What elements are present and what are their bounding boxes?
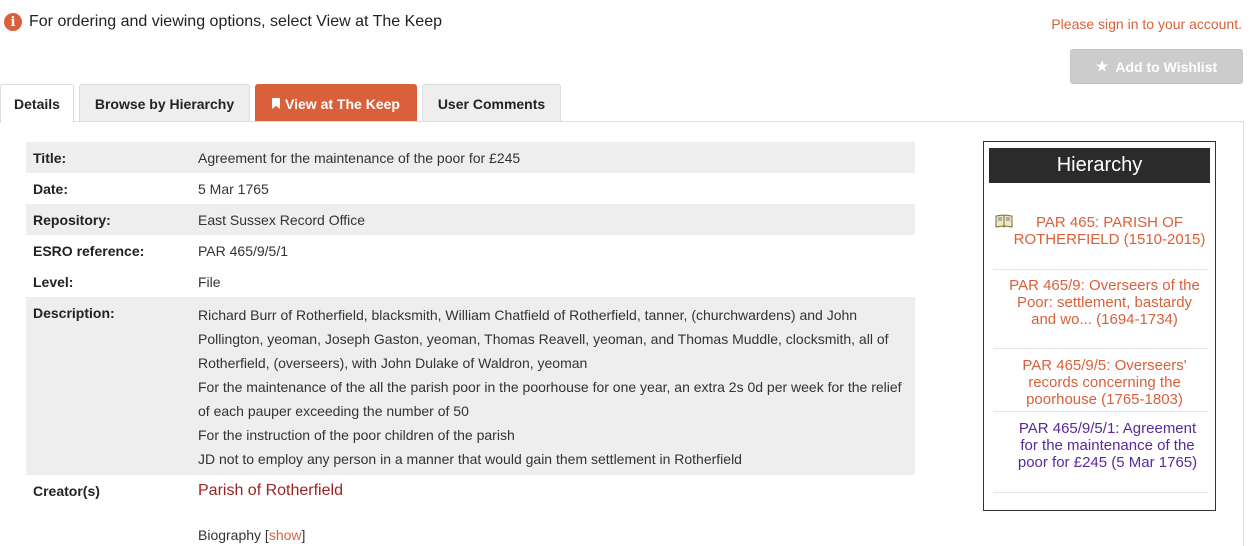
tab-browse-label: Browse by Hierarchy — [94, 95, 235, 112]
wishlist-label: Add to Wishlist — [1115, 58, 1218, 75]
add-to-wishlist-button[interactable]: ★ Add to Wishlist — [1070, 49, 1243, 84]
description-value: Richard Burr of Rotherfield, blacksmith,… — [198, 297, 915, 475]
date-label: Date: — [33, 181, 69, 197]
creator-link[interactable]: Parish of Rotherfield — [198, 482, 343, 499]
tab-details[interactable]: Details — [0, 84, 74, 123]
hierarchy-panel: Hierarchy PAR 465: PARISH OF ROTHERFIELD… — [983, 141, 1216, 511]
description-line: JD not to employ any person in a manner … — [198, 451, 742, 467]
date-value: 5 Mar 1765 — [198, 181, 269, 197]
level-row: Level: File — [26, 266, 915, 297]
tab-comments-label: User Comments — [437, 95, 546, 112]
tab-view-at-the-keep[interactable]: View at The Keep — [255, 84, 417, 122]
tab-details-label: Details — [14, 96, 60, 112]
ordering-info-notice: i For ordering and viewing options, sele… — [4, 13, 442, 31]
hierarchy-item-current: PAR 465/9/5/1: Agreement for the mainten… — [993, 420, 1208, 493]
repository-label: Repository: — [33, 212, 111, 228]
description-line: For the maintenance of the all the paris… — [198, 379, 902, 419]
creators-value: Parish of Rotherfield — [198, 475, 915, 506]
creators-label: Creator(s) — [33, 483, 100, 499]
description-line: For the instruction of the poor children… — [198, 427, 515, 443]
bookmark-icon — [272, 98, 281, 109]
biography-toggle: Biography [show] — [198, 527, 306, 543]
description-label: Description: — [33, 305, 115, 321]
level-value: File — [198, 274, 221, 290]
title-label: Title: — [33, 150, 67, 166]
tab-user-comments[interactable]: User Comments — [422, 84, 561, 122]
tab-browse-by-hierarchy[interactable]: Browse by Hierarchy — [79, 84, 250, 122]
star-icon: ★ — [1095, 58, 1109, 74]
date-row: Date: 5 Mar 1765 — [26, 173, 915, 204]
hierarchy-item[interactable]: PAR 465/9: Overseers of the Poor: settle… — [993, 277, 1208, 349]
ordering-info-text: For ordering and viewing options, select… — [29, 13, 442, 30]
record-details-table: Title: Agreement for the maintenance of … — [26, 142, 915, 506]
panel-border — [1243, 121, 1244, 546]
repository-value: East Sussex Record Office — [198, 212, 366, 228]
creators-row: Creator(s) Parish of Rotherfield — [26, 475, 915, 506]
description-row: Description: Richard Burr of Rotherfield… — [26, 297, 915, 475]
repository-row: Repository: East Sussex Record Office — [26, 204, 915, 235]
hierarchy-item[interactable]: PAR 465/9/5: Overseers' records concerni… — [993, 357, 1208, 412]
tab-divider — [74, 121, 1244, 122]
hierarchy-heading: Hierarchy — [989, 148, 1210, 183]
reference-value: PAR 465/9/5/1 — [198, 243, 289, 259]
biography-label: Biography — [198, 527, 262, 543]
title-row: Title: Agreement for the maintenance of … — [26, 142, 915, 173]
level-label: Level: — [33, 274, 74, 290]
hierarchy-item[interactable]: PAR 465: PARISH OF ROTHERFIELD (1510-201… — [993, 214, 1208, 270]
tab-keep-label: View at The Keep — [285, 95, 400, 112]
sign-in-link[interactable]: Please sign in to your account. — [1051, 16, 1242, 32]
info-icon: i — [4, 13, 22, 31]
description-line: Richard Burr of Rotherfield, blacksmith,… — [198, 307, 889, 371]
reference-row: ESRO reference: PAR 465/9/5/1 — [26, 235, 915, 266]
reference-label: ESRO reference: — [33, 243, 145, 259]
title-value: Agreement for the maintenance of the poo… — [198, 150, 521, 166]
biography-show-link[interactable]: show — [269, 527, 302, 543]
